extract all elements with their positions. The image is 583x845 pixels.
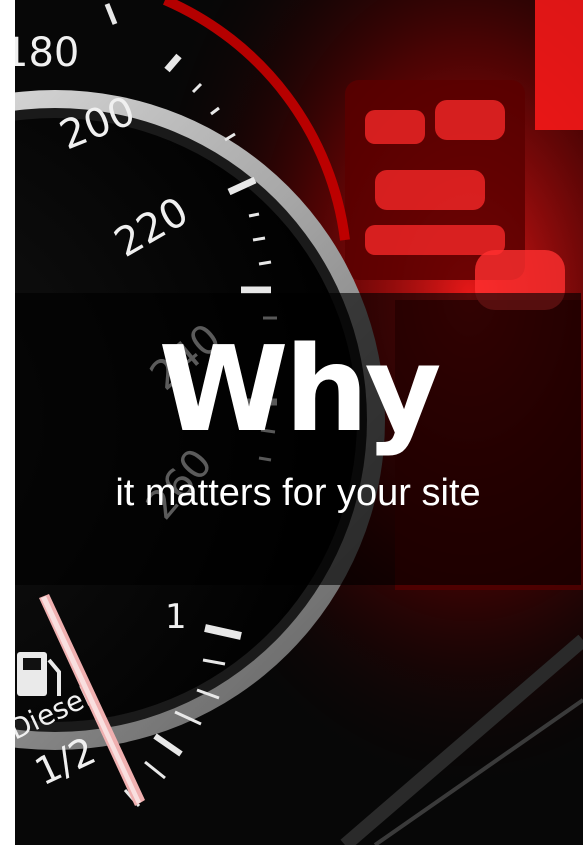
fuel-full-label: 1 [165, 597, 187, 637]
hero-image: 180 200 220 240 260 1 Diesel 1/2 Why it … [15, 0, 583, 845]
banner-subheadline: it matters for your site [115, 472, 481, 514]
banner-headline: Why [158, 320, 441, 458]
speed-label-180: 180 [15, 30, 79, 76]
